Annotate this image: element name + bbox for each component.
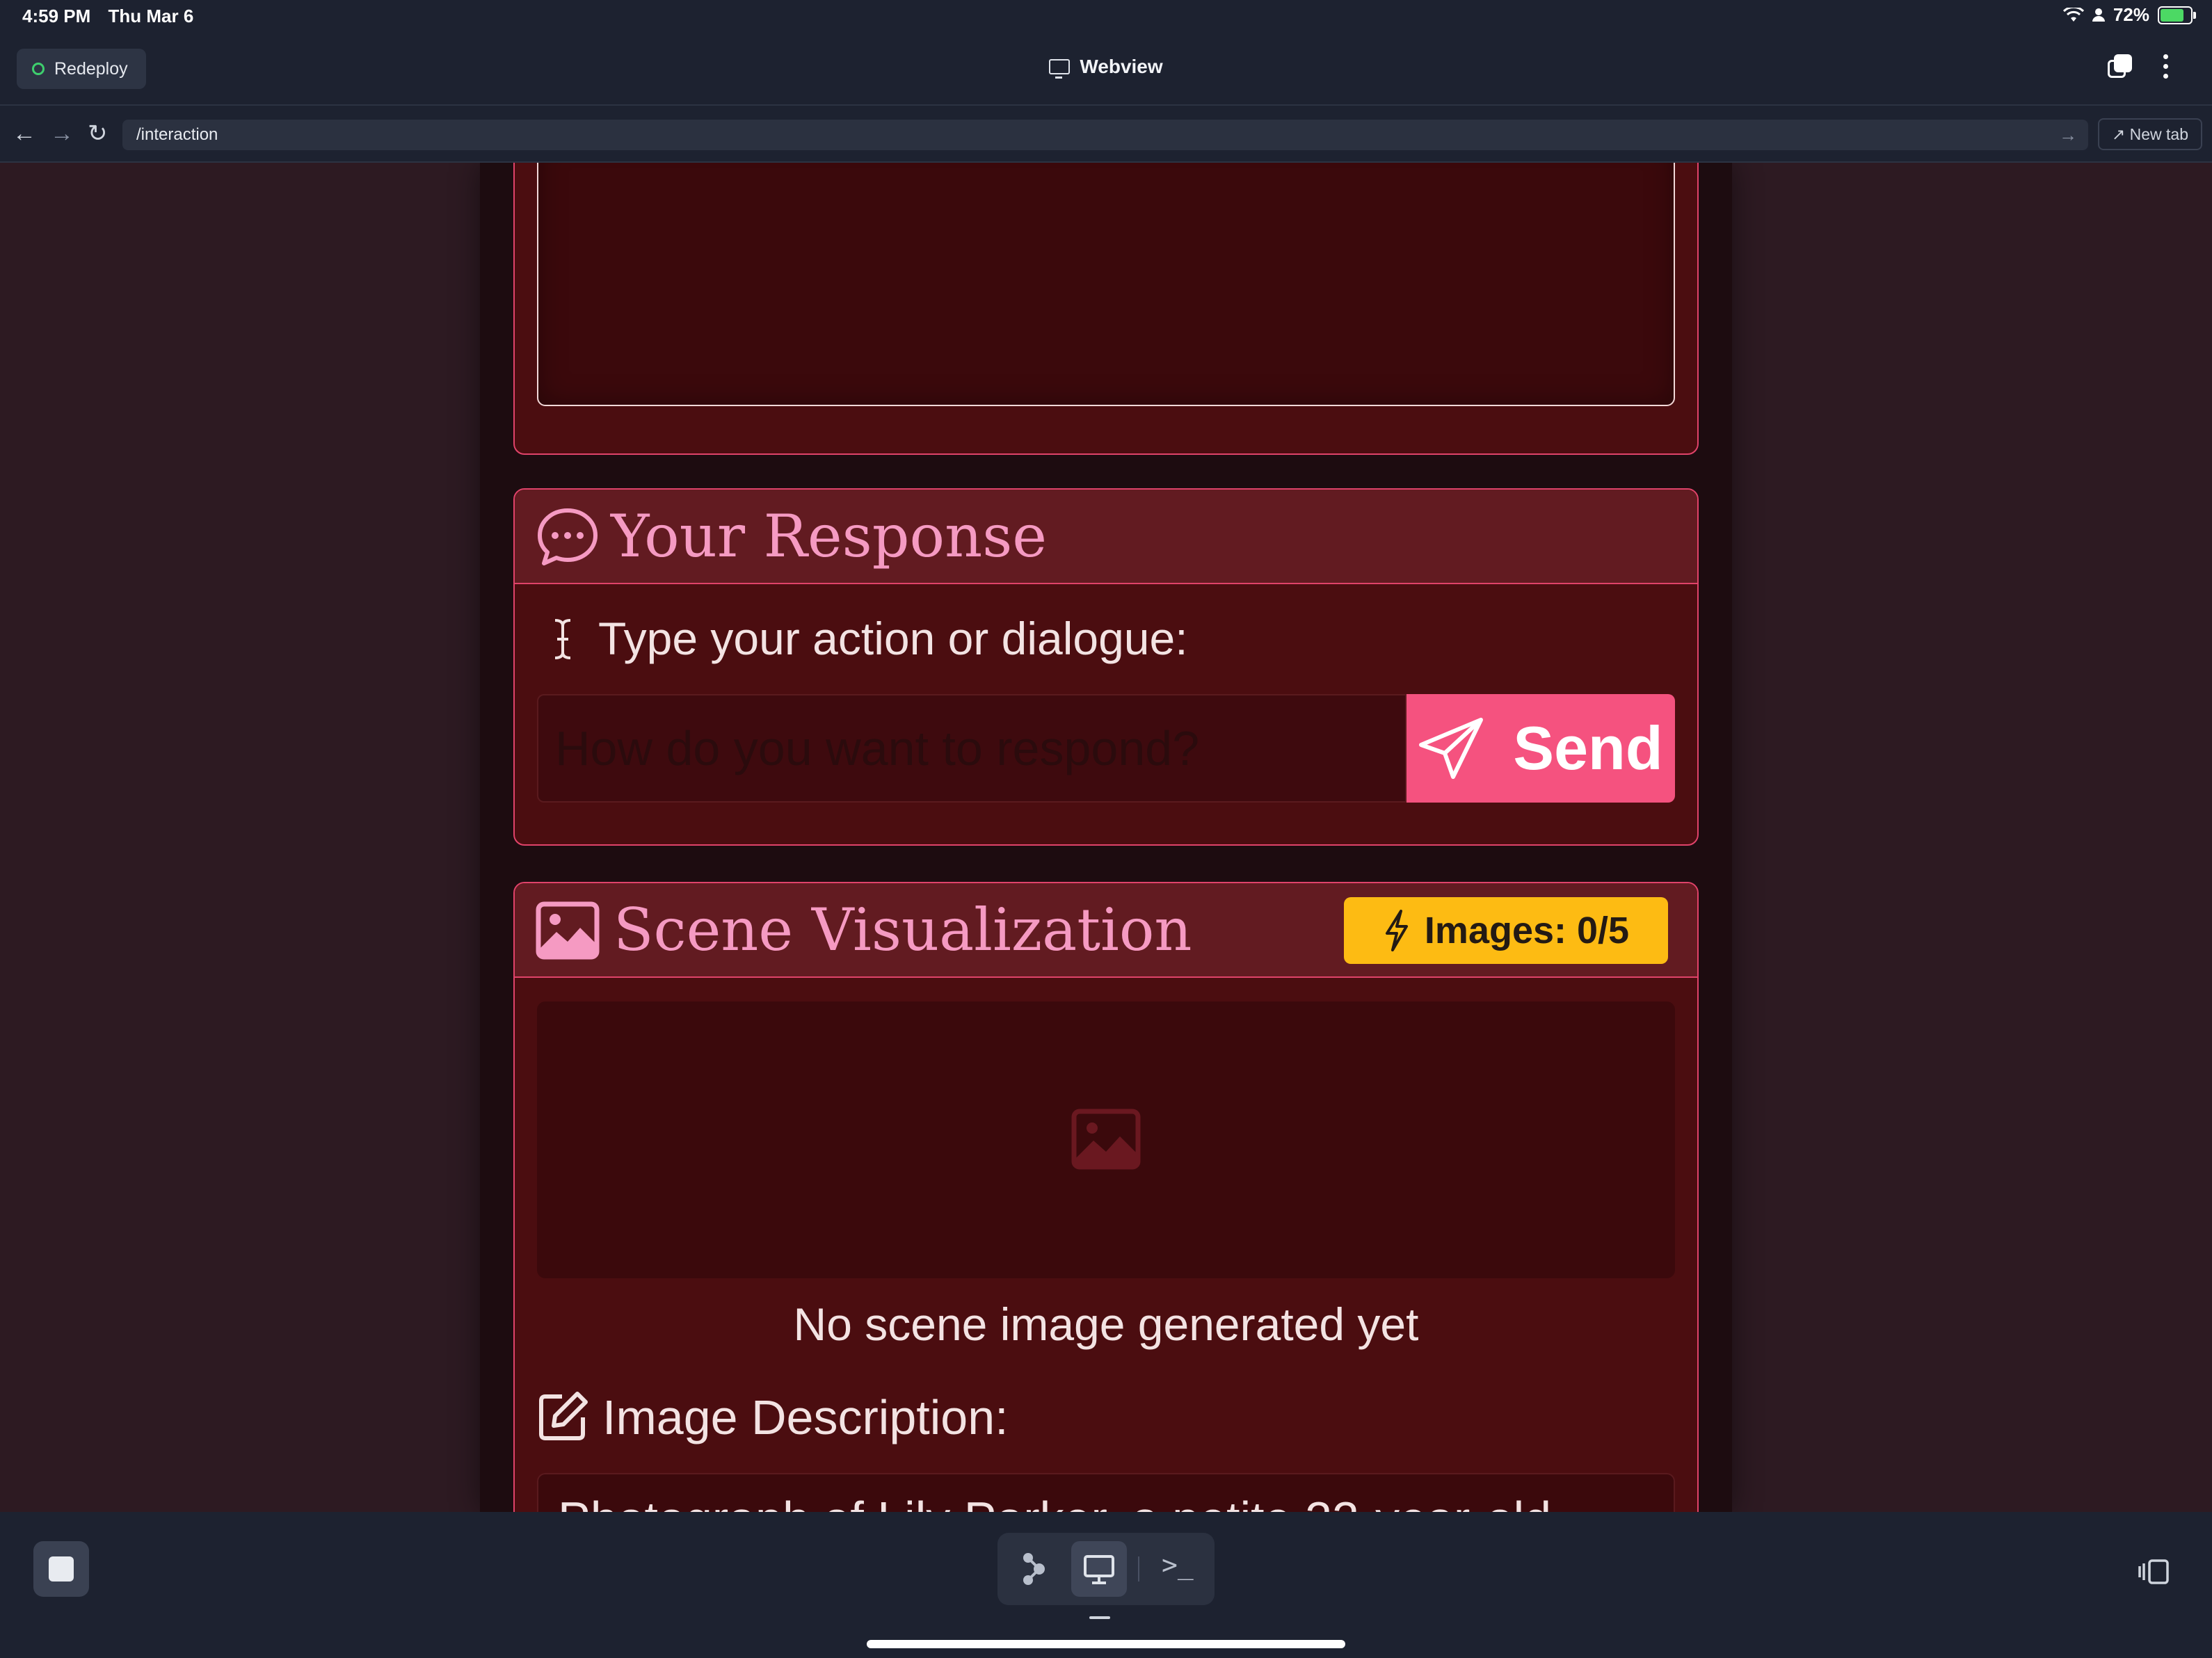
- chat-bubble-icon: [538, 508, 598, 565]
- new-tab-label: New tab: [2129, 125, 2189, 143]
- status-time: 4:59 PM: [22, 6, 91, 26]
- scene-card-title: Scene Visualization: [614, 896, 1192, 964]
- page-column: Your Response Type your action or dialog…: [480, 163, 1732, 1512]
- url-text: /interaction: [136, 125, 218, 144]
- lightning-icon: [1385, 910, 1408, 951]
- workflow-view-button[interactable]: [1004, 1541, 1060, 1597]
- reload-icon[interactable]: ↻: [88, 120, 108, 147]
- bottom-toolbar: >_: [0, 1512, 2212, 1658]
- home-indicator[interactable]: [867, 1640, 1345, 1648]
- url-input[interactable]: /interaction →: [122, 120, 2088, 150]
- stop-button[interactable]: [33, 1541, 89, 1597]
- response-card-title: Your Response: [611, 502, 1048, 570]
- image-icon: [536, 901, 600, 960]
- wifi-icon: [2062, 7, 2084, 22]
- monitor-icon: [1084, 1555, 1114, 1584]
- images-count-text: Images: 0/5: [1424, 910, 1630, 951]
- paper-plane-icon: [1419, 718, 1484, 779]
- status-indicators: 72%: [2062, 4, 2196, 26]
- drag-handle[interactable]: [1089, 1616, 1110, 1619]
- edit-icon: [539, 1392, 588, 1440]
- view-switcher: >_: [997, 1533, 1215, 1605]
- response-label: Type your action or dialogue:: [598, 613, 1188, 664]
- response-card: Your Response Type your action or dialog…: [513, 488, 1699, 846]
- tabs-icon[interactable]: [2108, 54, 2132, 78]
- person-icon: [2092, 8, 2105, 22]
- scene-card: Scene Visualization Images: 0/5 No scene…: [513, 882, 1699, 1512]
- external-link-icon: ↗: [2111, 125, 2126, 143]
- send-button[interactable]: Send: [1406, 694, 1675, 803]
- webview-view-button[interactable]: [1071, 1541, 1127, 1597]
- webview-title: Webview: [0, 56, 2212, 79]
- no-scene-message: No scene image generated yet: [793, 1298, 1419, 1350]
- status-time-date: 4:59 PM Thu Mar 6: [22, 6, 206, 27]
- images-count-badge: Images: 0/5: [1344, 897, 1668, 964]
- story-card: [513, 163, 1699, 455]
- scene-image-placeholder: [537, 1001, 1675, 1278]
- text-cursor-icon: [554, 619, 571, 659]
- battery-percent: 72%: [2113, 4, 2149, 25]
- webview-content: Your Response Type your action or dialog…: [0, 163, 2212, 1512]
- monitor-icon: [1049, 59, 1071, 79]
- status-bar: 4:59 PM Thu Mar 6 72%: [0, 0, 2212, 33]
- response-card-header: Your Response: [515, 490, 1697, 584]
- image-description-textarea[interactable]: Photograph of Lily Parker, a petite 22-y…: [537, 1473, 1675, 1512]
- forward-arrow-icon[interactable]: →: [50, 120, 74, 147]
- address-bar: ← → ↻ /interaction → ↗ New tab: [0, 106, 2212, 163]
- status-date: Thu Mar 6: [108, 6, 194, 26]
- back-arrow-icon[interactable]: ←: [13, 120, 36, 147]
- more-options-icon[interactable]: [2162, 54, 2169, 82]
- branch-icon: [1023, 1553, 1045, 1585]
- go-arrow-icon[interactable]: →: [2059, 120, 2077, 150]
- new-tab-button[interactable]: ↗ New tab: [2098, 118, 2202, 150]
- side-panel-icon[interactable]: [2137, 1558, 2172, 1586]
- image-description-label: Image Description:: [602, 1390, 1009, 1444]
- battery-icon: [2158, 6, 2196, 24]
- image-placeholder-icon: [1071, 1109, 1141, 1170]
- send-label: Send: [1513, 714, 1663, 782]
- app-top-bar: Redeploy Webview: [0, 33, 2212, 106]
- stop-icon: [49, 1556, 74, 1581]
- terminal-icon[interactable]: >_: [1162, 1550, 1194, 1580]
- scene-card-header: Scene Visualization Images: 0/5: [515, 883, 1697, 978]
- webview-title-text: Webview: [1080, 56, 1163, 77]
- response-input[interactable]: [537, 694, 1406, 803]
- story-text-area[interactable]: [537, 163, 1675, 406]
